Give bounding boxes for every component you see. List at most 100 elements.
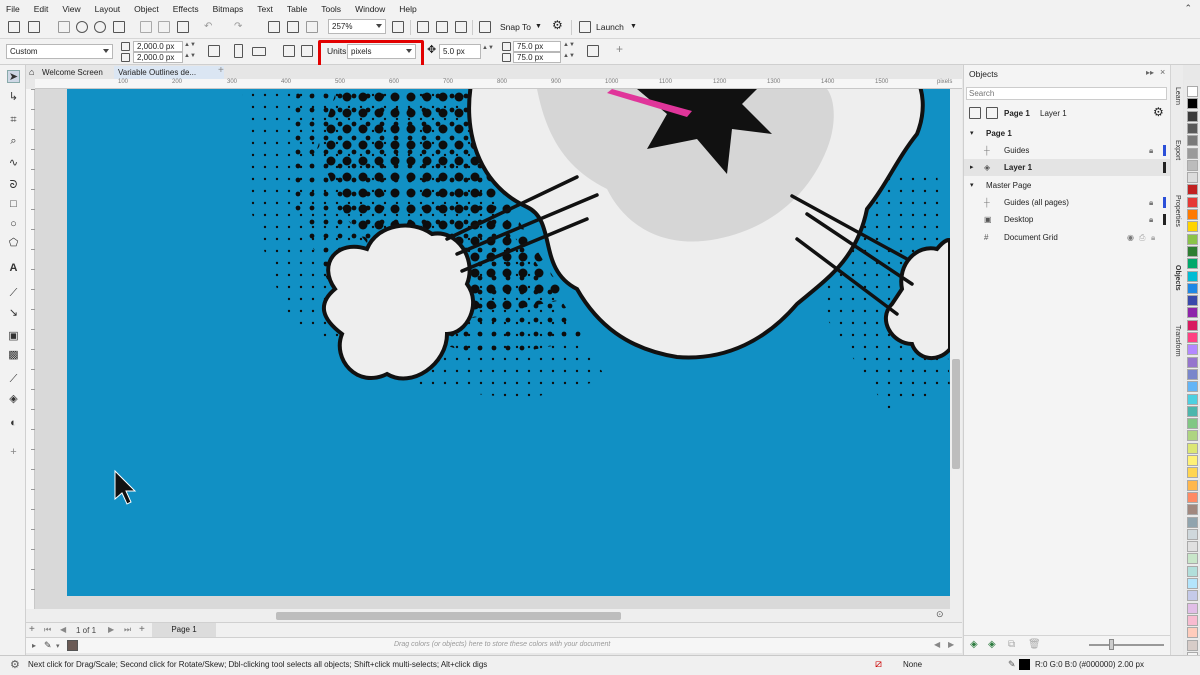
freehand-tool-icon[interactable]: ∿ — [7, 157, 20, 170]
menu-window[interactable]: Window — [355, 4, 385, 14]
gear-icon[interactable]: ⚙ — [1153, 105, 1164, 119]
add-page-icon[interactable]: + — [616, 43, 623, 55]
page-layer-icon[interactable] — [969, 107, 981, 119]
palette-swatch[interactable] — [1187, 172, 1198, 184]
new-master-layer-icon[interactable]: ◈ — [988, 639, 996, 650]
palette-swatch[interactable] — [1187, 442, 1198, 454]
palette-swatch[interactable] — [1187, 221, 1198, 233]
palette-swatch[interactable] — [1187, 405, 1198, 417]
palette-swatch[interactable] — [1187, 528, 1198, 540]
tab-document[interactable]: Variable Outlines de... — [114, 66, 224, 79]
transparency-tool-icon[interactable]: ▩ — [7, 349, 20, 362]
show-grid-icon[interactable] — [436, 21, 448, 33]
collapse-icon[interactable]: ▾ — [970, 177, 974, 194]
palette-swatch[interactable] — [1187, 356, 1198, 368]
move-layer-icon[interactable]: ⧉ — [1008, 639, 1015, 650]
chevron-down-icon[interactable]: ▼ — [535, 21, 542, 32]
palette-swatch[interactable] — [1187, 196, 1198, 208]
eyedropper-icon[interactable]: ⟋ — [7, 373, 20, 386]
pick-tool-icon[interactable]: ➤ — [7, 70, 20, 83]
side-tab-learn[interactable]: Learn — [1172, 87, 1183, 105]
new-document-icon[interactable] — [8, 21, 20, 33]
previous-page-icon[interactable]: ◀ — [60, 625, 66, 634]
new-tab-icon[interactable]: + — [218, 65, 224, 76]
palette-swatch[interactable] — [1187, 553, 1198, 565]
menu-file[interactable]: File — [6, 4, 20, 14]
vertical-scrollbar[interactable] — [950, 89, 962, 609]
launch-icon[interactable] — [579, 21, 591, 33]
portrait-icon[interactable] — [234, 44, 243, 58]
orientation-lock-icon[interactable] — [208, 45, 220, 57]
last-page-icon[interactable]: ⏭ — [124, 625, 131, 635]
print-icon[interactable] — [113, 21, 125, 33]
palette-swatch[interactable] — [1187, 627, 1198, 639]
horizontal-ruler[interactable]: 100 200 300 400 500 600 700 800 900 1000… — [35, 79, 962, 89]
launch-dropdown[interactable]: Launch — [596, 22, 624, 33]
crop-tool-icon[interactable]: ⌗ — [7, 114, 20, 127]
page-surface[interactable] — [67, 89, 950, 596]
palette-swatch[interactable] — [1187, 233, 1198, 245]
object-row-page[interactable]: ▾ Page 1 — [964, 125, 1171, 142]
palette-swatch[interactable] — [1187, 614, 1198, 626]
palette-swatch[interactable] — [1187, 602, 1198, 614]
lock-icon[interactable]: 🔒︎ — [1149, 211, 1153, 228]
panel-options-icon[interactable]: ▸▸ — [1146, 68, 1154, 77]
document-color-swatch[interactable] — [67, 640, 78, 651]
layers-icon[interactable] — [986, 107, 998, 119]
save-icon[interactable] — [58, 21, 70, 33]
menu-effects[interactable]: Effects — [173, 4, 199, 14]
palette-swatch[interactable] — [1187, 86, 1198, 97]
palette-swatch[interactable] — [1187, 332, 1198, 343]
chevron-down-icon[interactable]: ▾ — [56, 642, 60, 650]
nudge-distance-field[interactable]: 5.0 px — [439, 44, 481, 59]
page-size-preset[interactable]: Custom — [6, 44, 113, 59]
menu-tools[interactable]: Tools — [321, 4, 341, 14]
rectangle-tool-icon[interactable]: □ — [7, 198, 20, 211]
interactive-fill-icon[interactable]: ◈ — [7, 393, 20, 406]
shape-tool-icon[interactable]: ↳ — [7, 91, 20, 104]
palette-swatch[interactable] — [1187, 590, 1198, 602]
menu-object[interactable]: Object — [134, 4, 159, 14]
vertical-scroll-thumb[interactable] — [952, 359, 960, 469]
menu-bitmaps[interactable]: Bitmaps — [213, 4, 244, 14]
palette-swatch[interactable] — [1187, 430, 1198, 442]
undo-icon[interactable]: ↶ — [204, 21, 212, 32]
window-control-icon[interactable]: ⌃ — [1184, 3, 1192, 14]
palette-swatch[interactable] — [1187, 270, 1198, 282]
outline-pen-icon[interactable]: ✎ — [1008, 659, 1016, 670]
collapse-icon[interactable]: ▾ — [970, 125, 974, 142]
drop-shadow-icon[interactable]: ▣ — [7, 330, 20, 343]
copy-icon[interactable] — [158, 21, 170, 33]
document-color-well[interactable]: ▸ ✎ ▾ Drag colors (or objects) here to s… — [26, 637, 962, 653]
palette-swatch[interactable] — [1187, 491, 1198, 503]
palette-swatch[interactable] — [1187, 295, 1198, 307]
palette-swatch[interactable] — [1187, 147, 1198, 159]
lock-icon[interactable]: 🔒︎ — [1151, 229, 1155, 246]
palette-swatch[interactable] — [1187, 184, 1198, 196]
lock-icon[interactable]: 🔒︎ — [1149, 194, 1153, 211]
scroll-right-icon[interactable]: ▶ — [948, 640, 954, 649]
scroll-left-icon[interactable]: ◀ — [934, 640, 940, 649]
smart-fill-icon[interactable]: ◐ — [7, 417, 20, 430]
landscape-icon[interactable] — [252, 47, 266, 56]
palette-swatch[interactable] — [1187, 504, 1198, 516]
add-page-after-icon[interactable]: + — [139, 624, 145, 635]
add-page-icon[interactable]: + — [29, 624, 35, 635]
palette-swatch[interactable] — [1187, 565, 1198, 577]
object-row-document-grid[interactable]: # Document Grid ◉ ⎙ 🔒︎ — [964, 229, 1171, 246]
pdf-export-icon[interactable] — [306, 21, 318, 33]
duplicate-y-field[interactable]: 75.0 px — [513, 52, 561, 63]
new-layer-icon[interactable]: ◈ — [970, 639, 978, 650]
menu-view[interactable]: View — [62, 4, 80, 14]
gear-icon[interactable]: ⚙ — [552, 19, 563, 31]
comic-artwork[interactable] — [67, 89, 950, 596]
side-tab-properties[interactable]: Properties — [1172, 195, 1183, 227]
export-icon[interactable] — [287, 21, 299, 33]
palette-swatch[interactable] — [1187, 368, 1198, 380]
horizontal-scroll-thumb[interactable] — [276, 612, 621, 620]
objects-search-input[interactable] — [966, 87, 1167, 100]
connector-tool-icon[interactable]: ↘ — [7, 307, 20, 320]
side-tab-export[interactable]: Export — [1172, 140, 1183, 160]
menu-table[interactable]: Table — [287, 4, 307, 14]
paste-icon[interactable] — [177, 21, 189, 33]
